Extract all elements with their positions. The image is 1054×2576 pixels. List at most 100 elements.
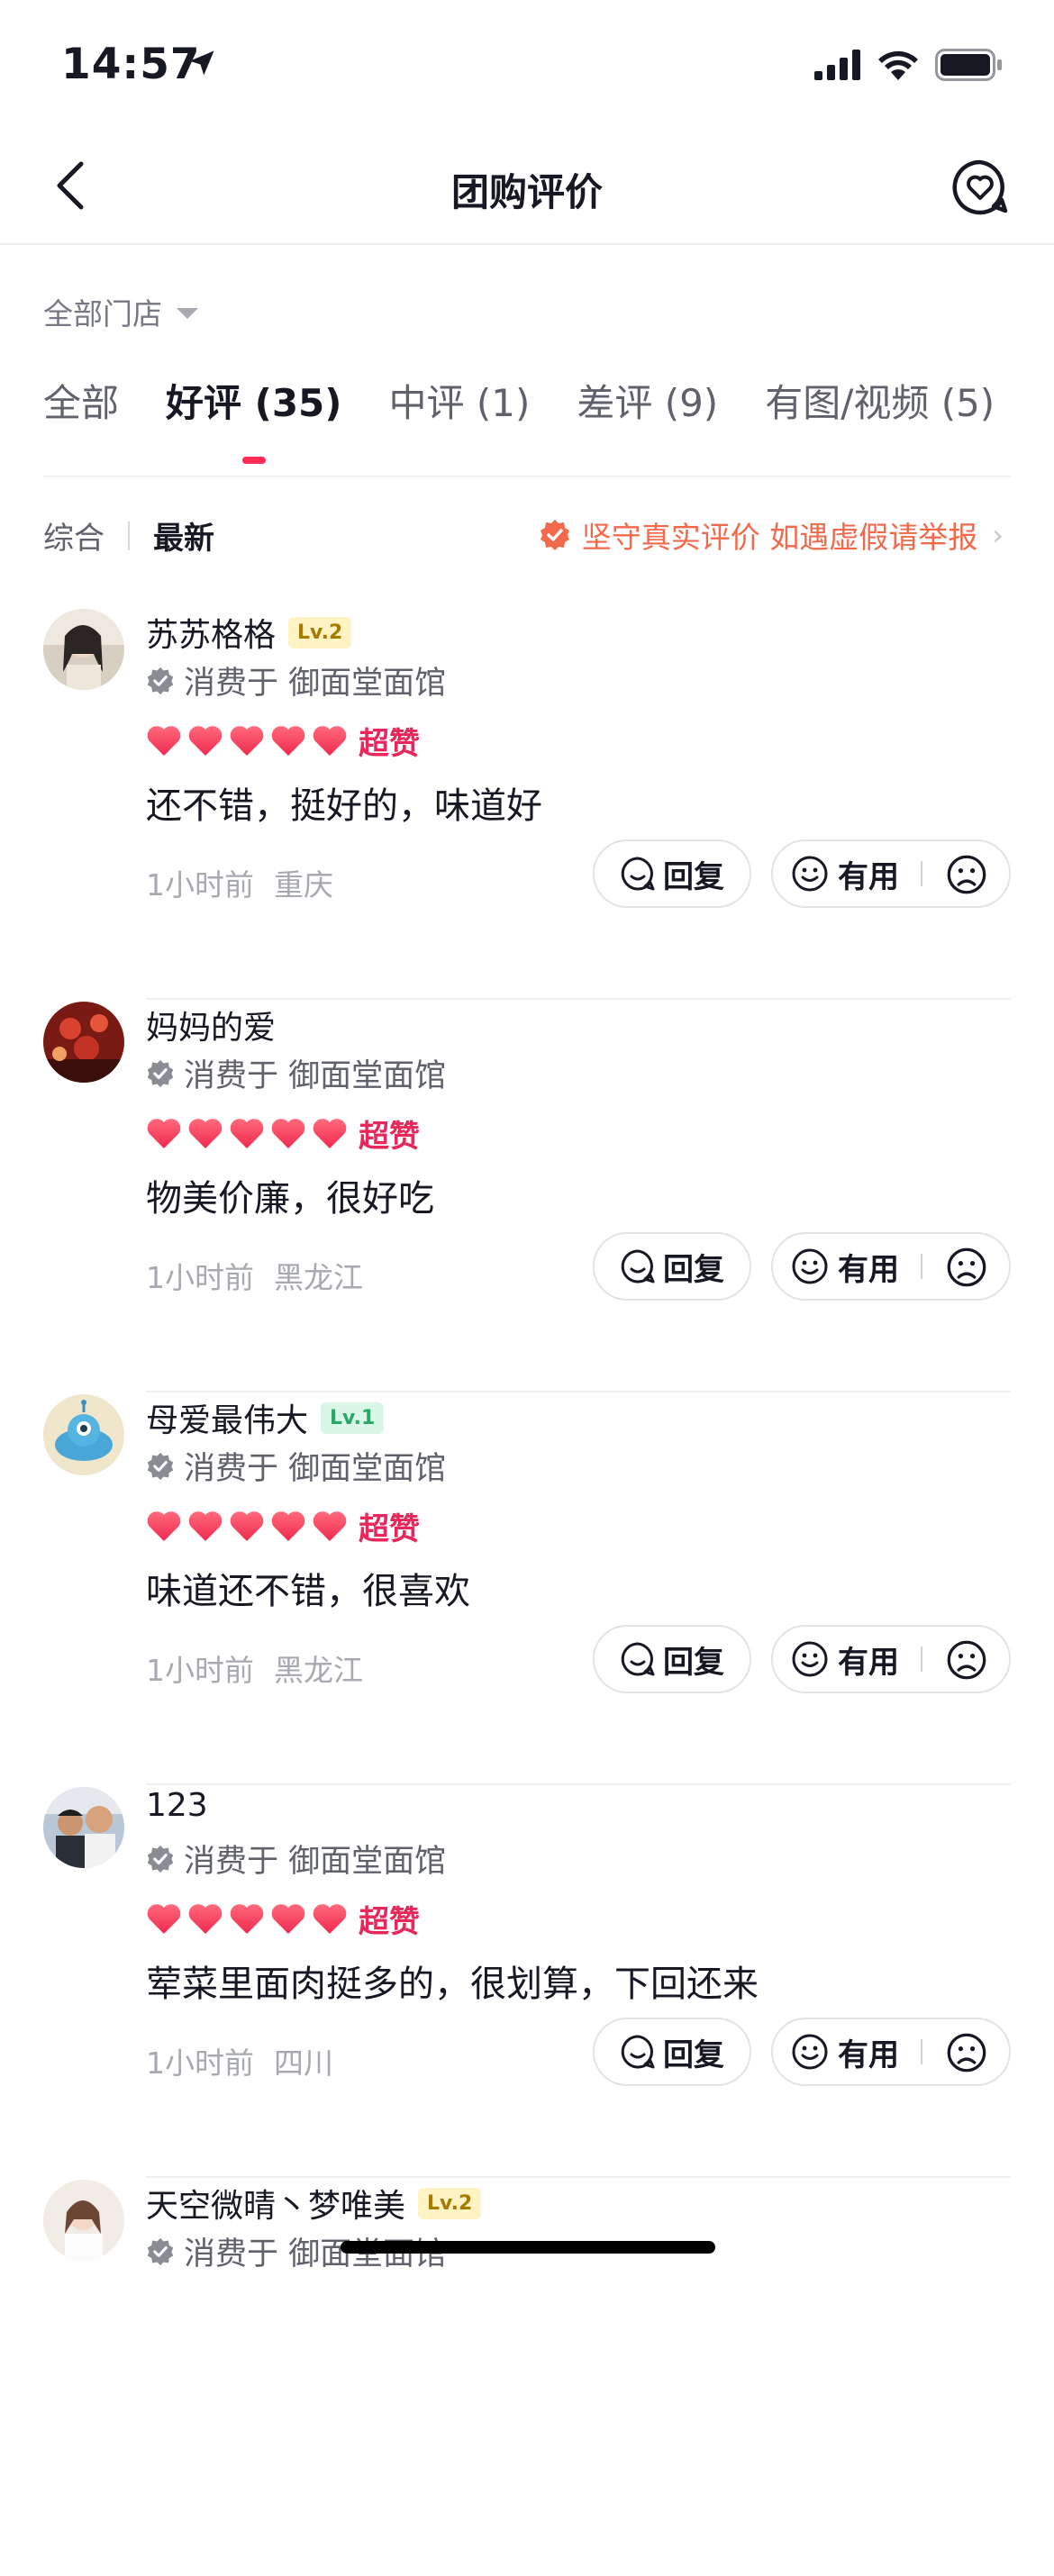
review-item: 苏苏格格 Lv.2 消费于 御面堂面馆 超赞 还不错，挺好的，味道好 1小时前 重庆 回复 有用 — [0, 609, 1054, 1005]
sort-comprehensive[interactable]: 综合 — [43, 513, 104, 558]
reviewer-name[interactable]: 苏苏格格 — [146, 609, 276, 656]
review-item: 母爱最伟大 Lv.1 消费于 御面堂面馆 超赞 味道还不错，很喜欢 1小时前 黑龙江 回复 有用 — [0, 1394, 1054, 1791]
reviewer-name[interactable]: 母爱最伟大 — [146, 1394, 308, 1441]
authentic-notice-text: 坚守真实评价 如遇虚假请举报 — [581, 520, 978, 555]
reply-bubble-icon — [621, 2035, 655, 2069]
level-badge: Lv.2 — [288, 616, 352, 649]
heart-rating-icon — [230, 1118, 264, 1148]
authentic-review-notice[interactable]: 坚守真实评价 如遇虚假请举报 › — [539, 513, 1004, 557]
useful-button[interactable]: 有用 — [791, 1627, 899, 1692]
review-text: 味道还不错，很喜欢 — [146, 1571, 470, 1612]
tab-label: 好评 (35) — [166, 381, 342, 425]
reply-button[interactable]: 回复 — [593, 1625, 751, 1693]
useful-divider — [921, 2039, 922, 2064]
rating-hearts: 超赞 — [146, 1897, 420, 1941]
reviewer-name[interactable]: 123 — [146, 1787, 208, 1824]
tab-positive[interactable]: 好评 (35) — [166, 373, 342, 464]
tab-label: 全部 — [43, 381, 120, 425]
reply-button[interactable]: 回复 — [593, 2018, 751, 2086]
useful-label: 有用 — [838, 2036, 899, 2073]
useful-divider — [921, 1646, 922, 1672]
review-meta: 1小时前 黑龙江 — [146, 1254, 363, 1297]
heart-rating-icon — [188, 1118, 223, 1148]
reply-bubble-icon — [621, 1642, 655, 1676]
verified-badge-icon — [540, 520, 569, 550]
heart-rating-icon — [313, 1903, 347, 1934]
consumed-at-text: 消费于 御面堂面馆 — [184, 1451, 447, 1487]
sort-divider — [128, 521, 130, 550]
review-time: 1小时前 — [146, 1260, 254, 1295]
store-filter-label: 全部门店 — [43, 296, 162, 331]
verified-check-icon — [147, 2237, 174, 2265]
heart-rating-icon — [271, 725, 305, 756]
rating-hearts: 超赞 — [146, 1111, 420, 1156]
tab-with-media[interactable]: 有图/视频 (5) — [765, 373, 995, 428]
avatar[interactable] — [43, 609, 124, 690]
reviewer-name[interactable]: 天空微晴丶梦唯美 — [146, 2180, 405, 2227]
useful-button[interactable]: 有用 — [791, 841, 899, 906]
smile-face-icon — [792, 1641, 828, 1677]
useful-button[interactable]: 有用 — [791, 1234, 899, 1299]
rating-hearts: 超赞 — [146, 719, 420, 763]
avatar[interactable] — [43, 1002, 124, 1083]
avatar[interactable] — [43, 1787, 124, 1868]
reply-bubble-icon — [621, 1249, 655, 1283]
active-tab-indicator — [241, 457, 266, 464]
store-filter-dropdown[interactable]: 全部门店 — [43, 290, 198, 333]
heart-chat-icon[interactable] — [951, 159, 1009, 216]
signal-icon — [814, 50, 860, 80]
caret-down-icon — [177, 308, 198, 319]
consumed-at-text: 消费于 御面堂面馆 — [184, 1844, 447, 1880]
wifi-icon — [878, 50, 918, 80]
review-item: 123 消费于 御面堂面馆 超赞 荤菜里面肉挺多的，很划算，下回还来 1小时前 四川 回复 有… — [0, 1787, 1054, 2183]
reviewer-name-row: 苏苏格格 Lv.2 — [146, 609, 352, 656]
rating-label: 超赞 — [359, 1119, 420, 1155]
frown-face-icon[interactable] — [946, 1639, 987, 1681]
reply-label: 回复 — [663, 1644, 724, 1681]
review-text: 物美价廉，很好吃 — [146, 1178, 434, 1220]
frown-face-icon[interactable] — [946, 2032, 987, 2073]
heart-rating-icon — [271, 1903, 305, 1934]
smile-face-icon — [792, 2034, 828, 2070]
page-title: 团购评价 — [450, 170, 603, 214]
tab-label: 有图/视频 (5) — [765, 381, 995, 425]
reply-label: 回复 — [663, 858, 724, 895]
tab-neutral[interactable]: 中评 (1) — [388, 373, 530, 428]
frown-face-icon[interactable] — [946, 854, 987, 895]
heart-rating-icon — [147, 1118, 181, 1148]
useful-label: 有用 — [838, 858, 899, 895]
tab-all[interactable]: 全部 — [43, 373, 119, 428]
review-location: 重庆 — [274, 867, 333, 903]
useful-button[interactable]: 有用 — [791, 2019, 899, 2084]
review-text: 还不错，挺好的，味道好 — [146, 785, 542, 827]
verified-check-icon — [147, 1845, 174, 1873]
sort-latest[interactable]: 最新 — [153, 513, 214, 558]
review-time: 1小时前 — [146, 2045, 254, 2081]
tab-label: 中评 (1) — [388, 381, 531, 425]
tab-negative[interactable]: 差评 (9) — [577, 373, 718, 428]
level-badge: Lv.2 — [418, 2187, 482, 2219]
rating-label: 超赞 — [359, 1904, 420, 1940]
reply-bubble-icon — [621, 857, 655, 891]
reply-button[interactable]: 回复 — [593, 839, 751, 908]
consumed-at-text: 消费于 御面堂面馆 — [184, 1058, 447, 1094]
heart-rating-icon — [230, 1903, 264, 1934]
avatar[interactable] — [43, 2180, 124, 2261]
avatar[interactable] — [43, 1394, 124, 1475]
chevron-right-icon: › — [992, 518, 1004, 552]
review-divider — [146, 998, 1011, 1000]
reviewer-name-row: 母爱最伟大 Lv.1 — [146, 1394, 385, 1441]
reviewer-name[interactable]: 妈妈的爱 — [146, 1002, 276, 1048]
reply-label: 回复 — [663, 1251, 724, 1288]
heart-rating-icon — [230, 725, 264, 756]
frown-face-icon[interactable] — [946, 1247, 987, 1288]
review-location: 黑龙江 — [274, 1260, 363, 1295]
useful-divider — [921, 1254, 922, 1279]
consumed-at: 消费于 御面堂面馆 — [146, 1050, 446, 1096]
reply-button[interactable]: 回复 — [593, 1232, 751, 1301]
consumed-at: 消费于 御面堂面馆 — [146, 658, 446, 703]
useful-group: 有用 — [771, 1232, 1011, 1301]
consumed-at: 消费于 御面堂面馆 — [146, 1443, 446, 1489]
verified-check-icon — [147, 667, 174, 694]
review-item: 天空微晴丶梦唯美 Lv.2 消费于 御面堂面馆 — [0, 2180, 1054, 2576]
